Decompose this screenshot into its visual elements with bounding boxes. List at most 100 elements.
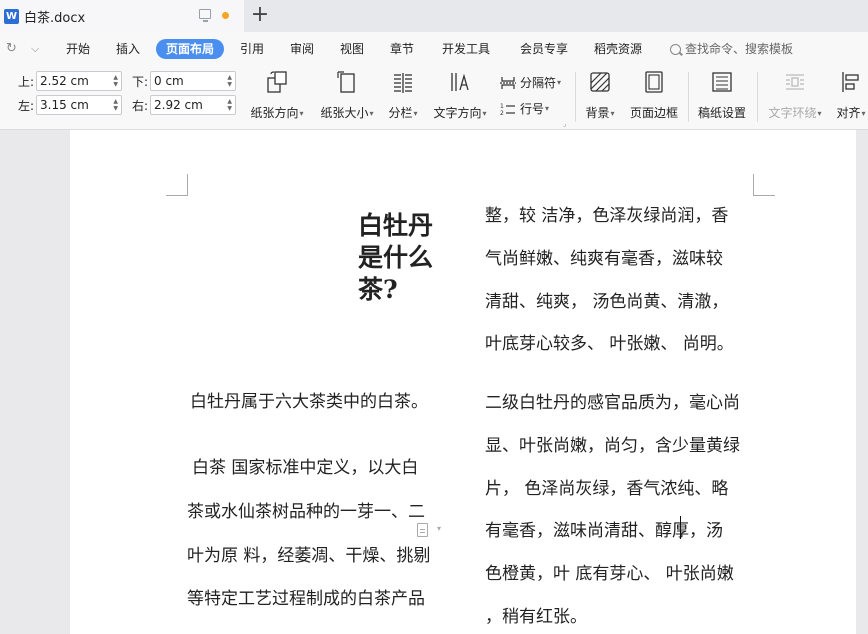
- margin-bottom-value: 0 cm: [154, 74, 184, 88]
- text-wrap-button[interactable]: 文字环绕▾: [766, 70, 824, 121]
- paper-size-button[interactable]: 纸张大小▾: [318, 70, 376, 121]
- margin-bottom-field[interactable]: 0 cm ▲ ▼: [150, 71, 236, 91]
- margin-top-label: 上:: [18, 74, 35, 89]
- heading-line: 茶?: [358, 275, 398, 304]
- text-direction-icon: [448, 70, 472, 94]
- separator-icon: [500, 76, 516, 89]
- paper-size-icon: [335, 70, 359, 94]
- text-cursor: [680, 516, 681, 539]
- left-column-line[interactable]: 茶或水仙茶树品种的一芽一、二: [187, 497, 425, 522]
- tab-review[interactable]: 审阅: [290, 39, 314, 59]
- command-search-label: 查找命令、搜索模板: [685, 42, 794, 56]
- left-column-line[interactable]: 等特定工艺过程制成的白茶产品: [187, 584, 425, 609]
- margin-settings-launcher-icon[interactable]: ⌟: [563, 120, 566, 128]
- spinner-icon[interactable]: ▲ ▼: [227, 98, 232, 112]
- text-wrap-icon: [783, 70, 807, 94]
- columns-icon: [391, 70, 415, 94]
- background-icon: [588, 70, 612, 94]
- crop-mark-top-right: [753, 174, 775, 196]
- left-column-line[interactable]: 白牡丹属于六大茶类中的白茶。: [190, 387, 428, 412]
- toolbar-divider: [688, 72, 689, 122]
- margin-left-value: 3.15 cm: [40, 98, 89, 112]
- document-tab[interactable]: W 白茶.docx: [0, 0, 244, 32]
- tab-view[interactable]: 视图: [340, 39, 364, 59]
- chevron-down-icon[interactable]: ▾: [437, 524, 441, 533]
- margin-bottom-row: 下: 0 cm ▲ ▼: [132, 71, 236, 91]
- tab-developer[interactable]: 开发工具: [442, 39, 490, 59]
- page-border-button[interactable]: 页面边框: [626, 70, 682, 121]
- document-canvas: [0, 130, 868, 634]
- page-border-label: 页面边框: [629, 106, 678, 120]
- background-button[interactable]: 背景▾: [582, 70, 618, 121]
- ribbon-toolbar: 上: 2.52 cm ▲ ▼ 下: 0 cm ▲ ▼ 左: 3.15 cm ▲ ▼ 右…: [0, 66, 868, 130]
- orientation-button[interactable]: 纸张方向▾: [248, 70, 306, 121]
- page-border-icon: [642, 70, 666, 94]
- left-column-line[interactable]: 白茶 国家标准中定义，以大白: [192, 453, 418, 478]
- right-column-line[interactable]: 二级白牡丹的感官品质为，毫心尚: [485, 388, 740, 413]
- manuscript-grid-icon: [710, 70, 734, 94]
- tab-page-layout[interactable]: 页面布局: [156, 39, 225, 59]
- right-column-line[interactable]: 清甜、纯爽， 汤色尚黄、清澈，: [485, 287, 728, 312]
- paragraph-handle-icon[interactable]: [417, 523, 428, 537]
- paper-size-label: 纸张大小: [320, 106, 369, 120]
- unsaved-dot-icon: [222, 12, 229, 19]
- margin-right-field[interactable]: 2.92 cm ▲ ▼: [150, 95, 236, 115]
- document-heading[interactable]: 白牡丹 是什么 茶?: [358, 210, 448, 306]
- text-wrap-label: 文字环绕: [768, 106, 817, 120]
- crop-mark-top-left: [166, 174, 188, 196]
- right-column-line[interactable]: ，稍有红张。: [485, 602, 587, 627]
- heading-line: 白牡丹: [358, 211, 434, 240]
- margin-top-field[interactable]: 2.52 cm ▲ ▼: [36, 71, 122, 91]
- margin-right-row: 右: 2.92 cm ▲ ▼: [132, 95, 236, 115]
- spinner-icon[interactable]: ▲ ▼: [227, 74, 232, 88]
- new-tab-button[interactable]: +: [250, 3, 270, 27]
- search-icon: [670, 43, 681, 55]
- margin-right-label: 右:: [132, 98, 149, 113]
- orientation-icon: [265, 70, 289, 94]
- align-label: 对齐: [836, 106, 861, 120]
- text-direction-button[interactable]: 文字方向▾: [431, 70, 489, 121]
- right-column-line[interactable]: 显、叶张尚嫩，尚匀，含少量黄绿: [485, 431, 740, 456]
- background-label: 背景: [585, 106, 610, 120]
- manuscript-settings-label: 稿纸设置: [697, 106, 746, 120]
- separator-button[interactable]: 分隔符 ▾: [500, 74, 561, 91]
- toolbar-divider: [757, 72, 758, 122]
- margin-top-row: 上: 2.52 cm ▲ ▼: [18, 71, 122, 91]
- tab-home[interactable]: 开始: [66, 39, 90, 59]
- line-number-button[interactable]: 12 行号 ▾: [500, 100, 549, 117]
- svg-text:2: 2: [500, 110, 504, 116]
- right-column-line[interactable]: 叶底芽心较多、 叶张嫩、 尚明。: [485, 329, 734, 354]
- monitor-icon[interactable]: [199, 9, 211, 22]
- svg-text:1: 1: [500, 103, 504, 110]
- text-direction-label: 文字方向: [433, 106, 482, 120]
- columns-button[interactable]: 分栏▾: [386, 70, 420, 121]
- margin-left-label: 左:: [18, 98, 35, 113]
- align-button[interactable]: 对齐▾: [834, 70, 868, 121]
- right-column-line[interactable]: 片， 色泽尚灰绿，香气浓纯、略: [485, 474, 728, 499]
- left-column-line[interactable]: 叶为原 料，经萎凋、干燥、挑剔: [187, 541, 430, 566]
- right-column-line[interactable]: 有毫香，滋味尚清甜、醇厚，汤: [485, 516, 723, 541]
- separator-label: 分隔符: [520, 76, 557, 90]
- tab-references[interactable]: 引用: [240, 39, 264, 59]
- tab-insert[interactable]: 插入: [116, 39, 140, 59]
- quick-access-dropdown-icon[interactable]: ⌵: [31, 42, 39, 56]
- right-column-line[interactable]: 气尚鲜嫩、纯爽有毫香，滋味较: [485, 244, 723, 269]
- spinner-icon[interactable]: ▲ ▼: [113, 74, 118, 88]
- redo-icon[interactable]: ↻: [6, 41, 17, 56]
- tab-chapter[interactable]: 章节: [390, 39, 414, 59]
- manuscript-settings-button[interactable]: 稿纸设置: [694, 70, 750, 121]
- tab-docer[interactable]: 稻壳资源: [594, 39, 642, 59]
- heading-line: 是什么: [358, 243, 434, 272]
- line-number-icon: 12: [500, 103, 515, 116]
- command-search[interactable]: 查找命令、搜索模板: [670, 39, 793, 59]
- margin-top-value: 2.52 cm: [40, 74, 89, 88]
- right-column-line[interactable]: 色橙黄，叶 底有芽心、 叶张尚嫩: [485, 559, 734, 584]
- menu-bar: ↻ ⌵ 开始 插入 页面布局 引用 审阅 视图 章节 开发工具 会员专享 稻壳资…: [0, 32, 868, 66]
- document-title: 白茶.docx: [24, 10, 86, 26]
- margin-bottom-label: 下:: [132, 74, 149, 89]
- spinner-icon[interactable]: ▲ ▼: [113, 98, 118, 112]
- line-number-label: 行号: [520, 102, 545, 116]
- margin-left-field[interactable]: 3.15 cm ▲ ▼: [36, 95, 122, 115]
- right-column-line[interactable]: 整，较 洁净，色泽灰绿尚润，香: [485, 201, 728, 226]
- tab-member[interactable]: 会员专享: [520, 39, 568, 59]
